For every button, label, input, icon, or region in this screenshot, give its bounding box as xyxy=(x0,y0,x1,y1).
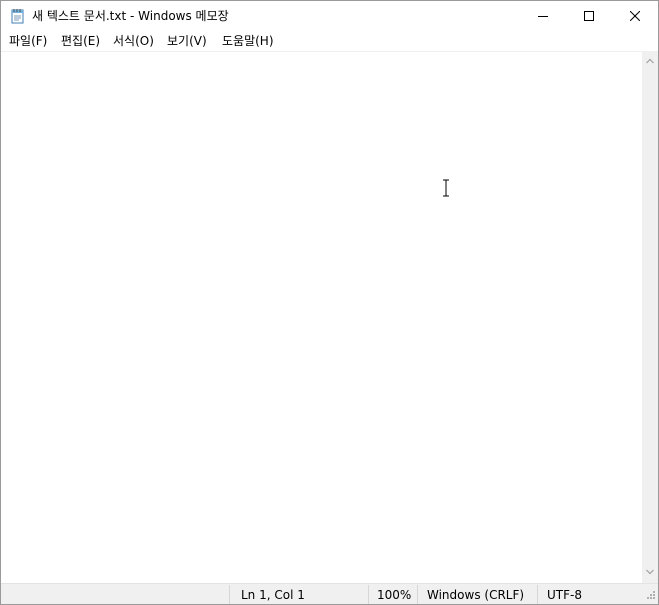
text-cursor-icon xyxy=(443,179,449,197)
window-title: 새 텍스트 문서.txt - Windows 메모장 xyxy=(32,9,229,23)
maximize-icon xyxy=(584,11,594,21)
menu-format[interactable]: 서식(O) xyxy=(113,33,154,49)
menu-help[interactable]: 도움말(H) xyxy=(222,33,274,49)
menu-bar: 파일(F) 편집(E) 서식(O) 보기(V) 도움말(H) xyxy=(1,31,658,52)
minimize-icon xyxy=(538,16,548,17)
notepad-icon[interactable] xyxy=(10,8,26,24)
status-position: Ln 1, Col 1 xyxy=(241,588,305,602)
resize-grip-icon[interactable] xyxy=(644,590,656,602)
status-encoding: UTF-8 xyxy=(547,588,582,602)
minimize-button[interactable] xyxy=(520,1,566,31)
chevron-up-icon[interactable] xyxy=(646,58,654,64)
close-icon xyxy=(630,11,640,21)
status-divider xyxy=(417,585,418,604)
notepad-window: 새 텍스트 문서.txt - Windows 메모장 파일(F) 편집(E) 서… xyxy=(0,0,659,605)
menu-view[interactable]: 보기(V) xyxy=(167,33,207,49)
vertical-scrollbar[interactable] xyxy=(642,52,658,583)
status-divider xyxy=(229,585,230,604)
status-divider xyxy=(368,585,369,604)
status-line-ending: Windows (CRLF) xyxy=(427,588,525,602)
menu-edit[interactable]: 편집(E) xyxy=(61,33,100,49)
maximize-button[interactable] xyxy=(566,1,612,31)
text-editor-area[interactable] xyxy=(1,52,642,583)
title-bar[interactable]: 새 텍스트 문서.txt - Windows 메모장 xyxy=(1,1,658,31)
menu-file[interactable]: 파일(F) xyxy=(9,33,47,49)
close-button[interactable] xyxy=(612,1,658,31)
chevron-down-icon[interactable] xyxy=(646,569,654,575)
status-divider xyxy=(537,585,538,604)
status-zoom: 100% xyxy=(377,588,412,602)
status-bar: Ln 1, Col 1 100% Windows (CRLF) UTF-8 xyxy=(1,583,658,604)
